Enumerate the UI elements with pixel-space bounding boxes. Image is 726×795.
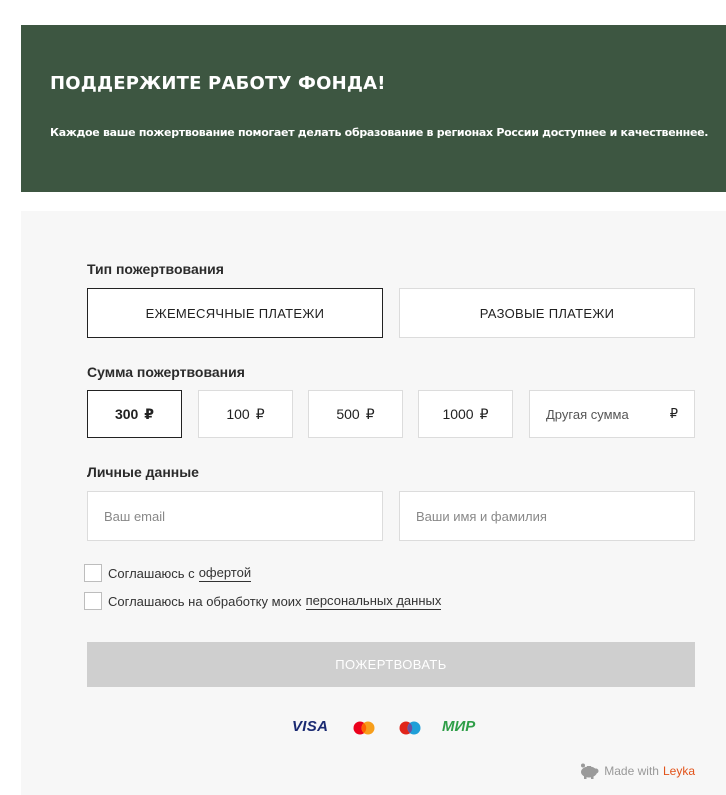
amount-value: 1000 xyxy=(442,406,474,422)
donate-button[interactable]: ПОЖЕРТВОВАТЬ xyxy=(87,642,695,687)
made-with-footer: Made with Leyka xyxy=(578,763,695,779)
email-placeholder: Ваш email xyxy=(104,508,166,524)
offer-link[interactable]: офертой xyxy=(198,565,252,582)
banner-title: ПОДДЕРЖИТЕ РАБОТУ ФОНДА! xyxy=(50,73,386,94)
donate-button-label: ПОЖЕРТВОВАТЬ xyxy=(335,657,447,672)
donation-form: Тип пожертвования ЕЖЕМЕСЯЧНЫЕ ПЛАТЕЖИ РА… xyxy=(21,211,726,795)
piggy-bank-icon xyxy=(581,763,599,779)
custom-amount-input[interactable]: Другая сумма ₽ xyxy=(529,390,695,438)
personal-data-label: Личные данные xyxy=(87,464,199,480)
personal-data-link[interactable]: персональных данных xyxy=(305,593,442,610)
hero-banner: ПОДДЕРЖИТЕ РАБОТУ ФОНДА! Каждое ваше пож… xyxy=(21,25,726,192)
tab-one-time-label: РАЗОВЫЕ ПЛАТЕЖИ xyxy=(479,305,615,321)
tab-monthly-label: ЕЖЕМЕСЯЧНЫЕ ПЛАТЕЖИ xyxy=(145,305,325,321)
currency-symbol: ₽ xyxy=(255,405,265,422)
currency-symbol: ₽ xyxy=(144,405,155,422)
donation-type-label: Тип пожертвования xyxy=(87,261,224,277)
agree-offer-checkbox[interactable] xyxy=(84,564,102,582)
made-with-text: Made with xyxy=(604,764,659,778)
tab-one-time[interactable]: РАЗОВЫЕ ПЛАТЕЖИ xyxy=(399,288,695,338)
leyka-link[interactable]: Leyka xyxy=(663,764,695,778)
currency-symbol: ₽ xyxy=(479,405,489,422)
visa-icon: VISA xyxy=(292,718,329,735)
amount-value: 500 xyxy=(336,406,360,422)
amount-option-300[interactable]: 300 ₽ xyxy=(87,390,182,438)
agree-personal-row: Соглашаюсь на обработку моих персональны… xyxy=(84,592,442,610)
tab-monthly[interactable]: ЕЖЕМЕСЯЧНЫЕ ПЛАТЕЖИ xyxy=(87,288,383,338)
payment-icons: VISA МИР xyxy=(21,718,726,736)
amount-value: 100 xyxy=(226,406,250,422)
amount-option-500[interactable]: 500 ₽ xyxy=(308,390,403,438)
currency-symbol: ₽ xyxy=(669,406,678,421)
agree-offer-row: Соглашаюсь с офертой xyxy=(84,564,252,582)
mastercard-icon xyxy=(353,721,375,735)
maestro-icon xyxy=(399,721,421,735)
mir-icon: МИР xyxy=(442,718,476,735)
banner-subtitle: Каждое ваше пожертвование помогает делат… xyxy=(50,126,709,139)
agree-offer-text: Соглашаюсь с xyxy=(108,565,195,581)
donation-amount-label: Сумма пожертвования xyxy=(87,364,245,380)
custom-amount-placeholder: Другая сумма xyxy=(546,406,629,422)
name-placeholder: Ваши имя и фамилия xyxy=(416,508,547,524)
amount-value: 300 xyxy=(114,406,139,422)
currency-symbol: ₽ xyxy=(365,405,375,422)
amount-option-1000[interactable]: 1000 ₽ xyxy=(418,390,513,438)
email-field[interactable]: Ваш email xyxy=(87,491,383,541)
agree-personal-checkbox[interactable] xyxy=(84,592,102,610)
amount-option-100[interactable]: 100 ₽ xyxy=(198,390,293,438)
name-field[interactable]: Ваши имя и фамилия xyxy=(399,491,695,541)
agree-personal-text: Соглашаюсь на обработку моих xyxy=(108,593,302,609)
